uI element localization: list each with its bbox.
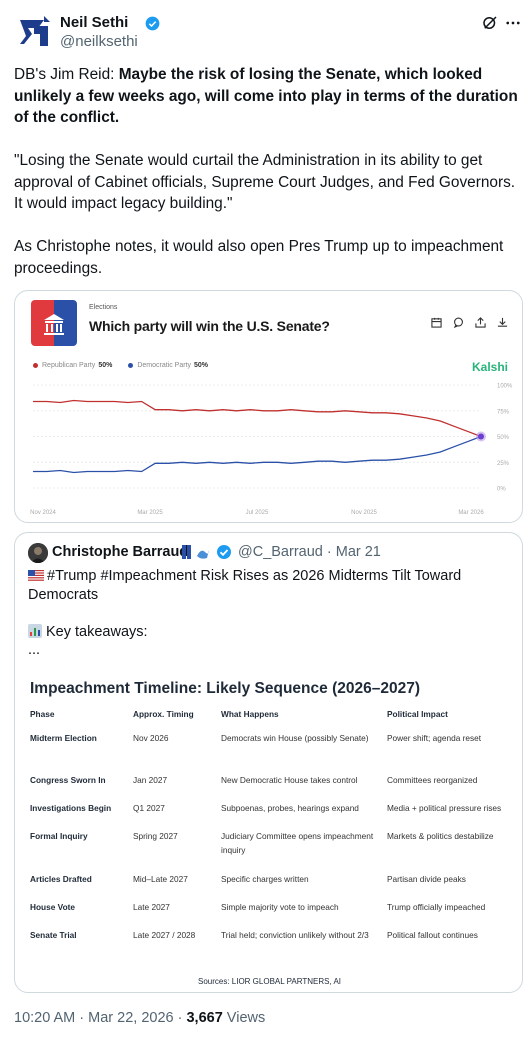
row-phase: Midterm Election	[30, 733, 97, 743]
more-icon[interactable]	[504, 14, 522, 32]
verified-badge-icon	[145, 16, 160, 31]
y-tick-label: 50%	[497, 435, 510, 441]
row-what-happens: Simple majority vote to impeach	[221, 902, 339, 912]
author-avatar[interactable]	[14, 12, 54, 52]
quoted-author-meta: @C_Barraud · Mar 21	[238, 544, 381, 560]
y-tick-label: 25%	[497, 461, 510, 467]
legend-democratic-value: 50%	[194, 362, 209, 369]
row-impact: Trump officially impeached	[387, 902, 486, 912]
series-line-republican	[33, 399, 482, 438]
row-timing: Nov 2026	[133, 733, 169, 743]
chart-image-card[interactable]: Elections Which party will win the U.S. …	[14, 290, 523, 523]
view-count: 3,667	[186, 1010, 223, 1026]
tweet-paragraph-3: As Christophe notes, it would also open …	[14, 238, 504, 277]
tweet-header: Neil Sethi @neilksethi	[14, 10, 520, 54]
election-logo-icon	[31, 300, 77, 346]
kalshi-logo: Kalshi	[471, 360, 508, 374]
x-tick-label: Mar 2026	[458, 510, 484, 516]
quoted-headline: #Trump #Impeachment Risk Rises as 2026 M…	[28, 568, 462, 603]
x-tick-label: Jul 2025	[246, 510, 269, 516]
quoted-date[interactable]: Mar 21	[336, 544, 381, 560]
legend-republican: Republican Party 50%	[33, 362, 112, 369]
row-what-happens: Judiciary Committee opens impeachment in…	[221, 831, 374, 855]
us-flag-icon	[28, 568, 44, 581]
row-what-happens: Specific charges written	[221, 874, 309, 884]
row-impact: Markets & politics destabilize	[387, 831, 494, 841]
row-timing: Spring 2027	[133, 831, 178, 841]
row-impact: Media + political pressure rises	[387, 803, 502, 813]
tweet-footer: 10:20 AM · Mar 22, 2026 · 3,667 Views	[14, 1010, 265, 1026]
row-phase: House Vote	[30, 902, 76, 912]
row-timing: Q1 2027	[133, 803, 165, 813]
legend-democratic: Democratic Party 50%	[128, 362, 208, 369]
table-sources: Sources: LIOR GLOBAL PARTNERS, AI	[197, 977, 341, 986]
y-tick-label: 75%	[497, 409, 510, 415]
chart-title: Which party will win the U.S. Senate?	[89, 318, 330, 334]
download-icon[interactable]	[497, 315, 508, 327]
row-what-happens: Trial held; conviction unlikely without …	[221, 930, 369, 940]
row-what-happens: Subpoenas, probes, hearings expand	[221, 803, 359, 813]
row-phase: Articles Drafted	[30, 874, 92, 884]
header-phase: Phase	[30, 709, 55, 719]
row-impact: Committees reorganized	[387, 775, 478, 785]
calendar-icon[interactable]	[431, 315, 442, 328]
quoted-author-avatar[interactable]	[28, 543, 48, 563]
tweet-paragraph-2: "Losing the Senate would curtail the Adm…	[14, 152, 516, 212]
quoted-line-1: #Trump #Impeachment Risk Rises as 2026 M…	[28, 567, 513, 604]
share-icon[interactable]	[475, 315, 486, 328]
tweet-text: DB's Jim Reid: Maybe the risk of losing …	[14, 64, 520, 301]
legend-democratic-label: Democratic Party	[137, 362, 192, 369]
chart-legend: Republican Party 50% Democratic Party 50%	[33, 362, 208, 369]
quoted-text: #Trump #Impeachment Risk Rises as 2026 M…	[28, 567, 513, 660]
row-phase: Congress Sworn In	[30, 775, 106, 785]
x-tick-label: Nov 2025	[351, 510, 377, 516]
row-timing: Mid–Late 2027	[133, 874, 188, 884]
table-title: Impeachment Timeline: Likely Sequence (2…	[30, 680, 420, 697]
legend-republican-value: 50%	[98, 362, 113, 369]
comment-icon[interactable]	[453, 315, 464, 329]
row-what-happens: New Democratic House takes control	[221, 775, 358, 785]
row-impact: Power shift; agenda reset	[387, 733, 482, 743]
y-tick-label: 0%	[497, 487, 506, 493]
tweet-paragraph-1: DB's Jim Reid: Maybe the risk of losing …	[14, 64, 520, 129]
row-impact: Political fallout continues	[387, 930, 478, 940]
quoted-author-badges	[181, 544, 237, 560]
quoted-author-handle[interactable]: @C_Barraud	[238, 544, 323, 560]
series-line-democratic	[33, 435, 482, 474]
author-handle[interactable]: @neilksethi	[60, 33, 138, 50]
header-political-impact: Political Impact	[387, 709, 448, 719]
header-timing: Approx. Timing	[133, 709, 194, 719]
chart-toolbar	[431, 315, 508, 329]
row-phase: Investigations Begin	[30, 803, 112, 813]
bar-chart-icon	[28, 623, 42, 638]
row-impact: Partisan divide peaks	[387, 874, 466, 884]
quoted-ellipsis: ...	[28, 642, 41, 658]
x-tick-label: Nov 2024	[30, 510, 56, 516]
senate-line-chart: 100% 75% 50% 25% 0% Nov 2024 Mar 2025 Jul 2025 N…	[30, 384, 513, 517]
row-what-happens: Democrats win House (possibly Senate)	[221, 733, 369, 743]
quoted-author-name[interactable]: Christophe Barraud	[52, 544, 188, 560]
grok-icon[interactable]	[481, 14, 499, 32]
tweet-intro: DB's Jim Reid:	[14, 66, 119, 83]
quoted-line-2: Key takeaways:	[28, 623, 513, 642]
row-phase: Formal Inquiry	[30, 831, 88, 841]
chart-kicker: Elections	[89, 304, 118, 311]
views-label: Views	[222, 1010, 266, 1026]
row-timing: Jan 2027	[133, 775, 168, 785]
row-timing: Late 2027	[133, 902, 170, 912]
key-takeaways-label: Key takeaways:	[46, 623, 148, 640]
x-tick-label: Mar 2025	[137, 510, 163, 516]
legend-republican-label: Republican Party	[42, 362, 96, 369]
header-what-happens: What Happens	[221, 709, 279, 719]
timestamp[interactable]: 10:20 AM · Mar 22, 2026 ·	[14, 1010, 186, 1026]
end-point-marker	[478, 433, 484, 440]
y-tick-label: 100%	[497, 384, 513, 390]
row-timing: Late 2027 / 2028	[133, 930, 196, 940]
quoted-tweet[interactable]: Christophe Barraud @C_Barraud · Mar 21 #…	[14, 532, 523, 993]
author-name[interactable]: Neil Sethi	[60, 14, 128, 31]
row-phase: Senate Trial	[30, 930, 77, 940]
